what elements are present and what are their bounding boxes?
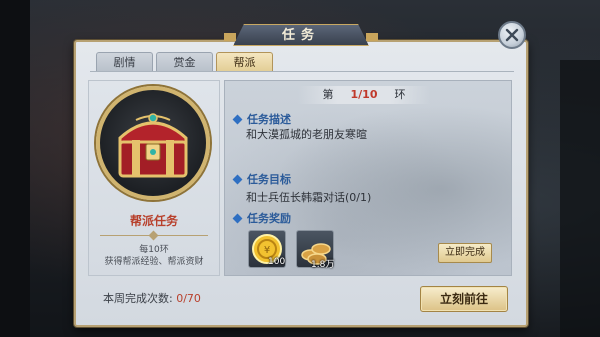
round-indicator: 第 1/10 环 [298, 86, 430, 104]
background-pillar [0, 0, 30, 337]
close-button[interactable] [498, 21, 526, 49]
description-heading-text: 任务描述 [247, 113, 291, 126]
description-text: 和大漠孤城的老朋友寒暄 [246, 128, 367, 141]
tab-guild[interactable]: 帮派 [216, 52, 273, 72]
objective-text: 和士兵伍长韩霜对话(0/1) [246, 191, 372, 204]
task-reward-summary: 获得帮派经验、帮派资财 [104, 257, 204, 267]
weekly-label: 本周完成次数: [103, 292, 173, 305]
round-suffix: 环 [394, 88, 406, 101]
round-prefix: 第 [322, 88, 334, 101]
go-now-button[interactable]: 立刻前往 [420, 286, 508, 312]
weekly-completion: 本周完成次数: 0/70 [103, 290, 201, 306]
rewards-heading: 任务奖励 [232, 210, 291, 226]
complete-now-button[interactable]: 立即完成 [438, 243, 492, 263]
tab-story[interactable]: 剧情 [96, 52, 153, 72]
objective-heading-text: 任务目标 [247, 173, 291, 186]
reward-quantity: 100 [268, 257, 286, 267]
rewards-heading-text: 任务奖励 [247, 212, 291, 225]
tab-bar: 剧情 赏金 帮派 [96, 52, 273, 72]
round-current: 1/10 [350, 88, 378, 101]
close-icon [505, 28, 519, 42]
task-frequency: 每10环 [139, 245, 169, 255]
tab-divider [90, 71, 514, 72]
task-emblem [96, 86, 210, 200]
task-name: 帮派任务 [129, 214, 178, 228]
diamond-bullet-icon [232, 174, 243, 184]
diamond-bullet-icon [232, 213, 243, 223]
weekly-count: 0/70 [176, 292, 201, 305]
tab-bounty[interactable]: 赏金 [156, 52, 213, 72]
treasure-chest-icon [118, 113, 188, 178]
task-frequency-info: 每10环 获得帮派经验、帮派资财 [88, 244, 220, 268]
objective-heading: 任务目标 [232, 171, 291, 187]
background-pillar [560, 60, 600, 337]
reward-quantity: 1.8万 [311, 260, 335, 270]
svg-text:¥: ¥ [264, 245, 270, 256]
description-heading: 任务描述 [232, 111, 291, 127]
diamond-bullet-icon [232, 114, 243, 124]
dialog-title: 任务 [281, 28, 320, 43]
